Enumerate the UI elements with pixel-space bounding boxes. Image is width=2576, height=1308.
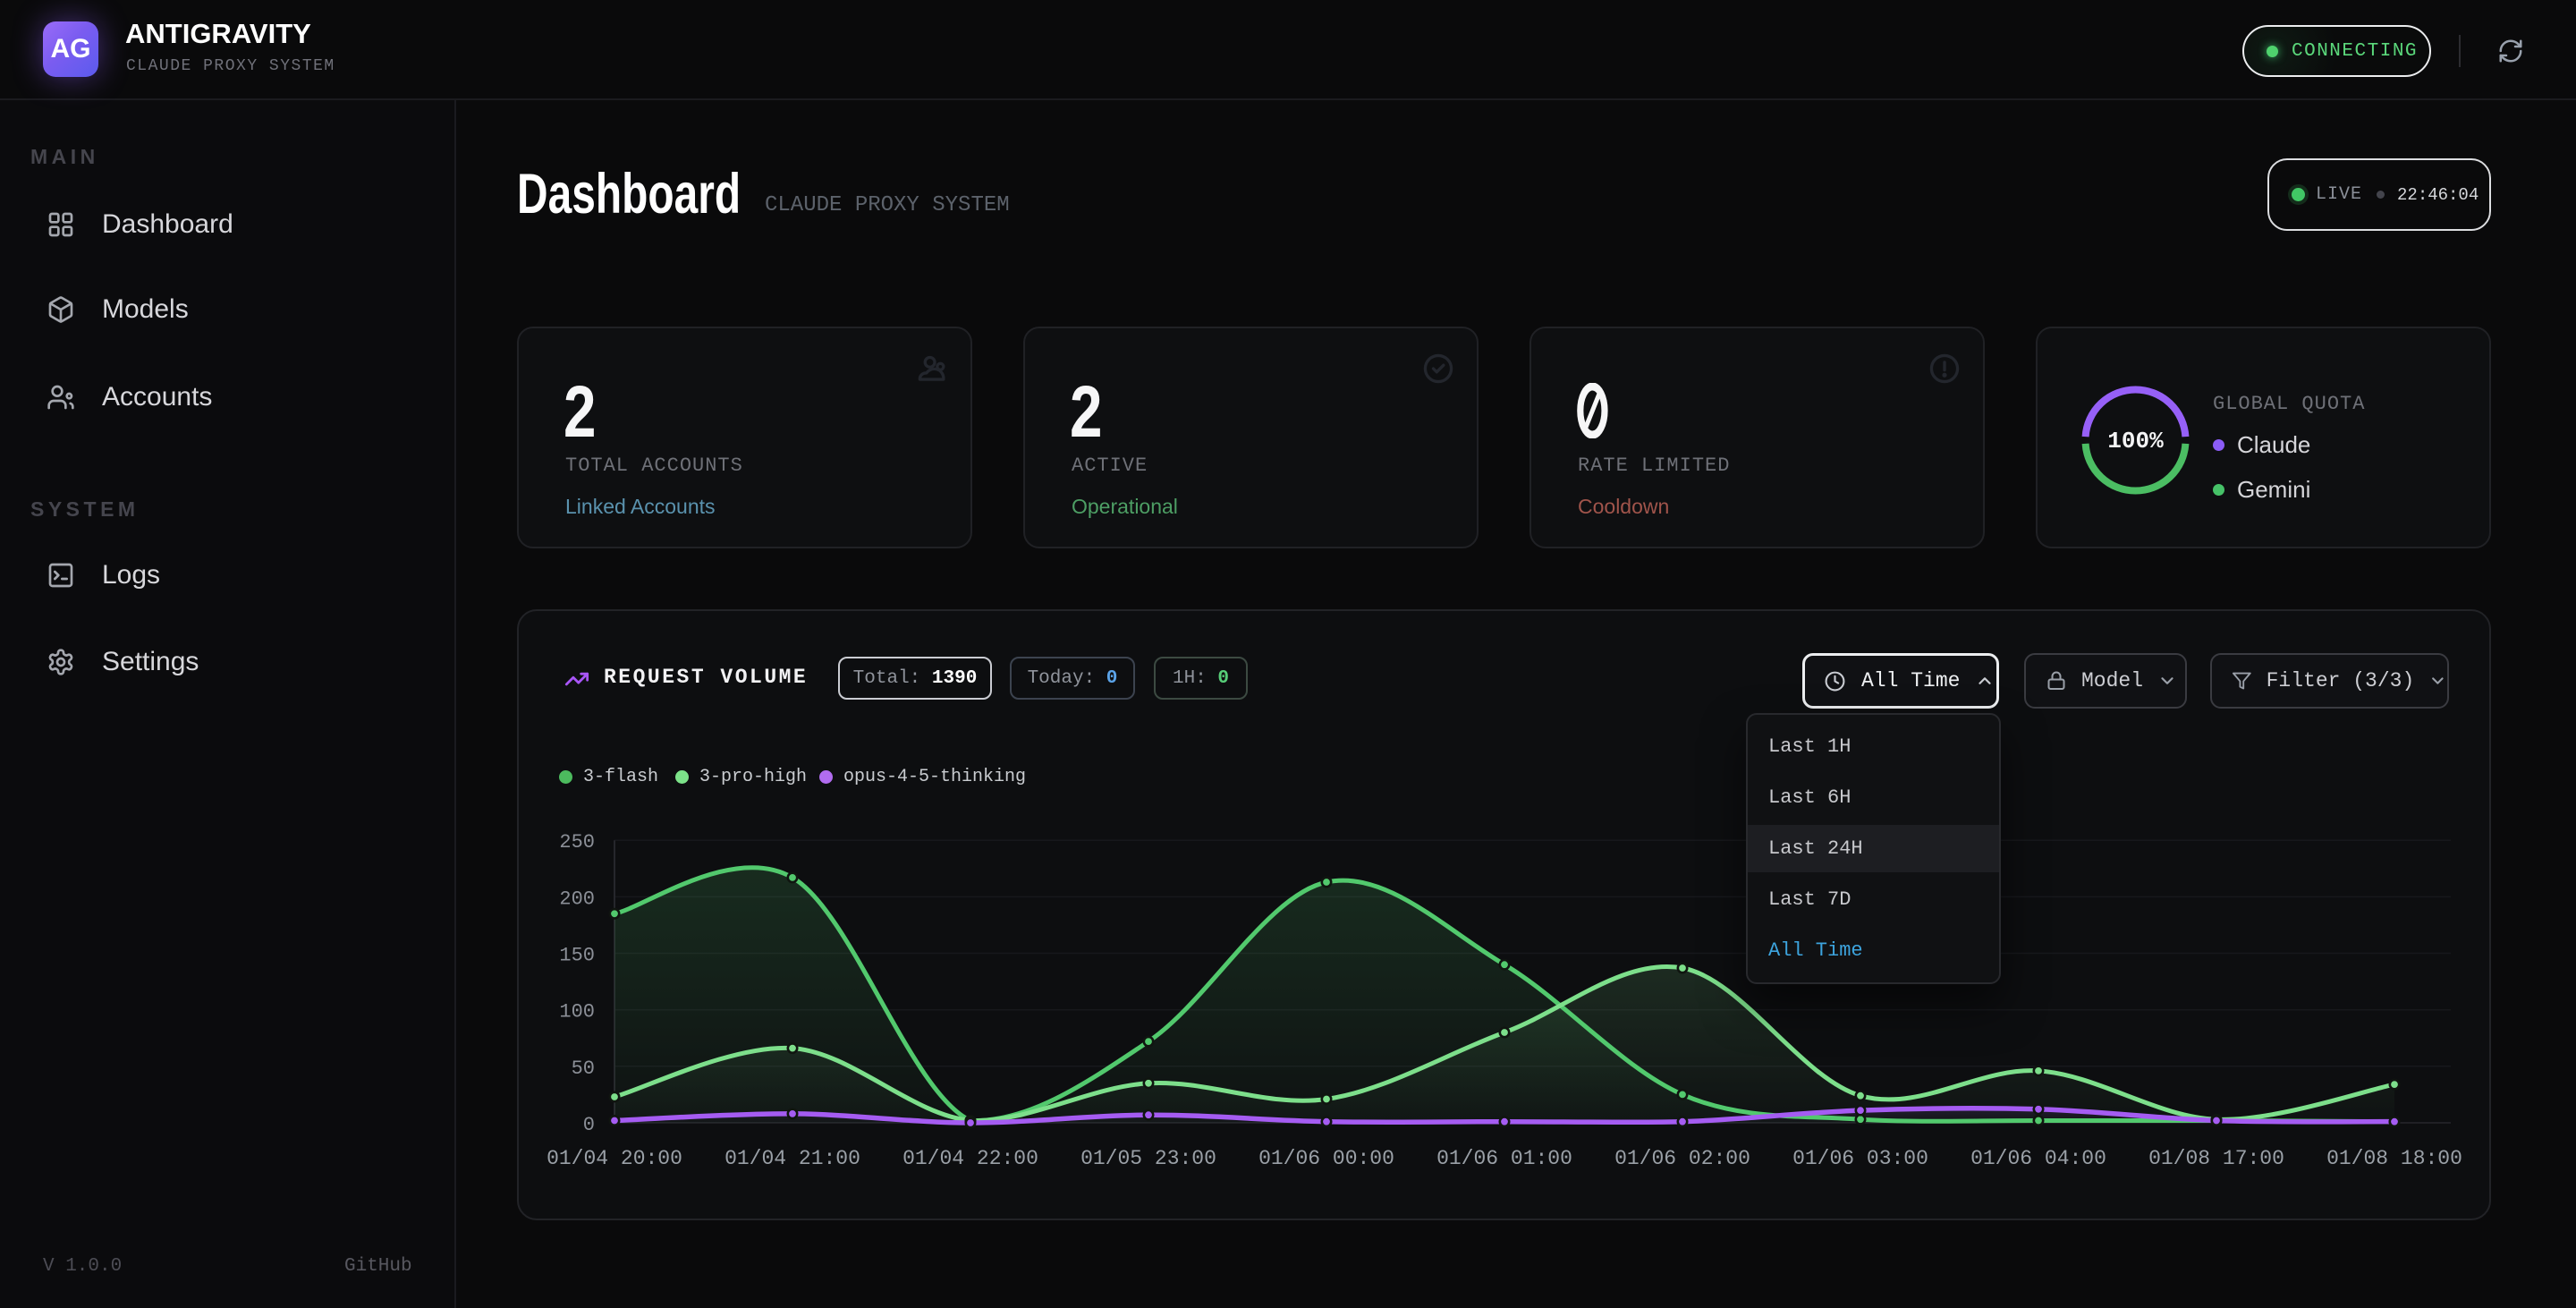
svg-text:01/04 22:00: 01/04 22:00 [902,1147,1038,1170]
svg-text:01/06 04:00: 01/06 04:00 [1970,1147,2106,1170]
svg-text:01/08 17:00: 01/08 17:00 [2148,1147,2284,1170]
svg-text:100: 100 [559,1001,595,1023]
svg-text:01/04 21:00: 01/04 21:00 [724,1147,860,1170]
svg-text:0: 0 [583,1114,595,1136]
svg-text:01/04 20:00: 01/04 20:00 [547,1147,682,1170]
svg-text:01/08 18:00: 01/08 18:00 [2326,1147,2462,1170]
svg-text:250: 250 [559,831,595,854]
svg-text:01/06 03:00: 01/06 03:00 [1792,1147,1928,1170]
svg-text:200: 200 [559,888,595,910]
svg-text:01/06 01:00: 01/06 01:00 [1436,1147,1572,1170]
svg-text:01/06 02:00: 01/06 02:00 [1614,1147,1750,1170]
svg-text:150: 150 [559,945,595,967]
svg-text:01/06 00:00: 01/06 00:00 [1258,1147,1394,1170]
svg-text:50: 50 [572,1057,595,1080]
svg-text:01/05 23:00: 01/05 23:00 [1080,1147,1216,1170]
